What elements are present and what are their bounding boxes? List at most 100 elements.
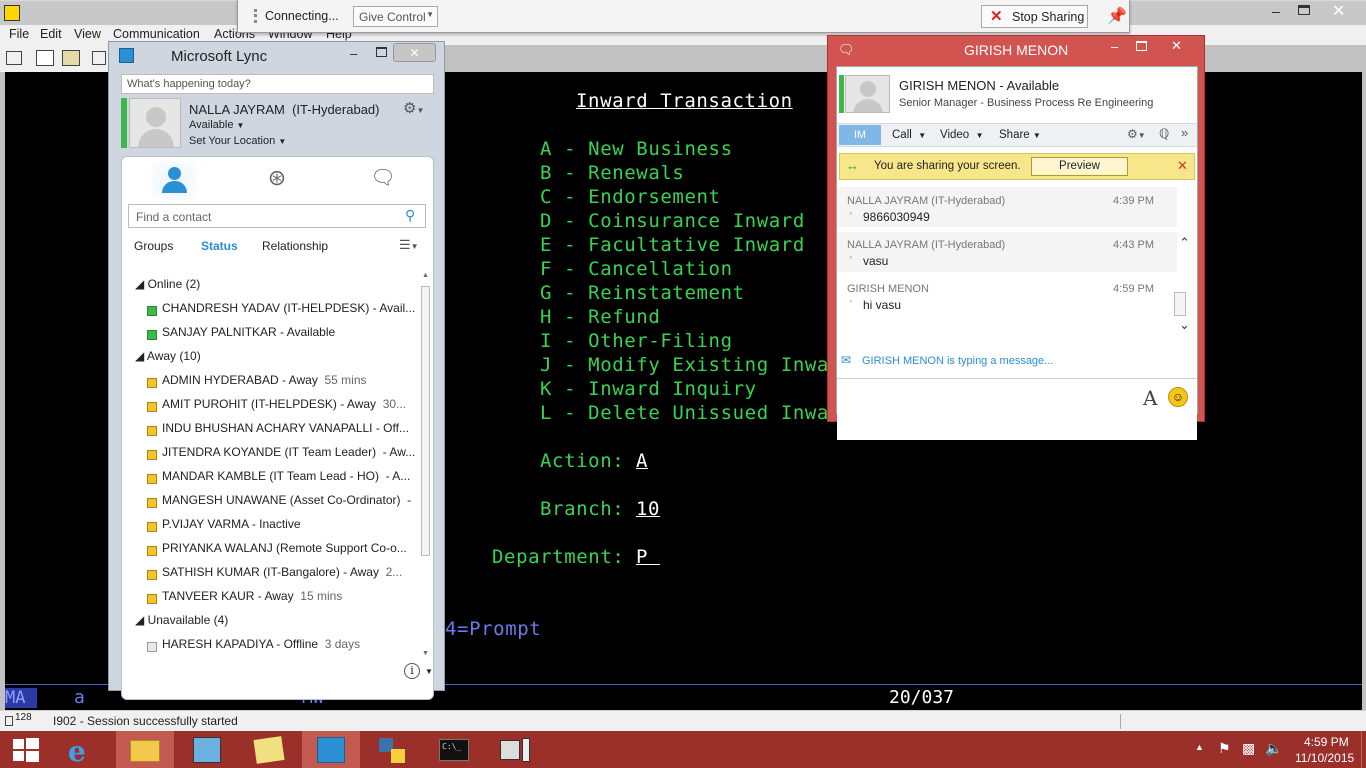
contact-item[interactable]: HARESH KAPADIYA - Offline 3 days [162,637,360,651]
contact-away-time: 55 mins [324,373,367,387]
share-chevron-icon: ▼ [1032,131,1041,140]
conv-close-button[interactable]: ✕ [1171,38,1182,54]
lync-close-button[interactable]: ✕ [393,43,436,62]
give-control-dropdown[interactable]: Give Control ▼ [353,6,438,27]
conversation-body: GIRISH MENON - Available Senior Manager … [836,66,1198,440]
contact-item[interactable]: SATHISH KUMAR (IT-Bangalore) - Away 2... [162,565,402,579]
menu-file[interactable]: File [9,27,29,41]
contact-item[interactable]: CHANDRESH YADAV (IT-HELPDESK) - Avail... [162,301,415,315]
search-icon[interactable]: ⚲ [405,207,415,224]
flag-icon[interactable]: ⚑ [1218,740,1231,757]
im-tab[interactable]: IM [839,125,881,145]
contact-item[interactable]: INDU BHUSHAN ACHARY VANAPALLI - Off... [162,421,409,435]
pin-icon[interactable]: 📌 [1107,6,1127,26]
tab-status[interactable]: Status [201,239,238,253]
menu-view[interactable]: View [74,27,101,41]
info-icon[interactable]: i [404,663,420,679]
sticky-notes-icon[interactable] [240,731,298,768]
video-button[interactable]: Video ▼ [940,129,984,141]
contact-item[interactable]: ADMIN HYDERABAD - Away 55 mins [162,373,367,387]
share-button[interactable]: Share ▼ [999,129,1041,141]
minimize-button[interactable]: – [1272,3,1288,21]
internet-explorer-icon[interactable]: e [54,731,112,768]
file-explorer-icon[interactable] [116,731,174,768]
python-icon[interactable] [364,731,422,768]
clock-time[interactable]: 4:59 PM [1304,735,1349,749]
find-contact-input[interactable]: Find a contact [128,204,426,228]
contact-item[interactable]: TANVEER KAUR - Away 15 mins [162,589,342,603]
emulator-taskbar-icon[interactable] [488,731,546,768]
paste-icon[interactable] [62,50,80,66]
option-j: J - Modify Existing Inwa [540,354,829,376]
contact-item[interactable]: MANGESH UNAWANE (Asset Co-Ordinator) - [162,493,411,507]
contact-item[interactable]: SANJAY PALNITKAR - Available [162,325,335,339]
branch-field[interactable]: 10 [636,498,660,520]
lync-logo-icon [119,48,134,63]
close-button[interactable]: ✕ [1332,1,1345,21]
screen-title: Inward Transaction [576,90,793,112]
tab-relationship[interactable]: Relationship [262,239,328,253]
network-icon[interactable]: ▩ [1242,740,1255,757]
show-desktop-button[interactable] [1361,731,1366,768]
clock-date[interactable]: 11/10/2015 [1295,751,1354,765]
group-online[interactable]: ◢ Online (2) [135,277,200,291]
message-time: 4:43 PM [1113,239,1154,251]
paint-icon[interactable] [178,731,236,768]
location-dropdown[interactable]: Set Your Location ▼ [189,135,286,147]
stop-sharing-button[interactable]: ✕ Stop Sharing [981,5,1088,28]
action-field[interactable]: A [636,450,648,472]
contact-item[interactable]: P.VIJAY VARMA - Inactive [162,517,301,531]
sharing-notice-bar: ↔ You are sharing your screen. Preview ✕ [839,153,1195,180]
lync-minimize-button[interactable]: – [350,46,357,61]
history-scroll-up[interactable]: ⌃ [1179,235,1190,251]
group-away[interactable]: ◢ Away (10) [135,349,201,363]
conversations-icon[interactable]: 🗨 [368,165,398,195]
command-prompt-icon[interactable]: C:\_ [426,731,484,768]
lync-maximize-button[interactable] [376,47,387,57]
location-chevron-icon: ▼ [278,137,287,146]
toolbar-icon-4[interactable] [92,51,106,65]
conv-minimize-button[interactable]: – [1111,39,1118,54]
list-view-icon[interactable]: ☰▼ [399,237,419,253]
more-options-icon[interactable]: » [1181,125,1188,140]
maximize-button[interactable] [1298,5,1310,15]
preview-button[interactable]: Preview [1031,157,1128,176]
group-unavailable[interactable]: ◢ Unavailable (4) [135,613,228,627]
contact-item[interactable]: PRIYANKA WALANJ (Remote Support Co-o... [162,541,407,555]
persistent-chat-icon[interactable]: ⊛ [262,165,292,195]
gear-icon[interactable]: ⚙▼ [403,99,424,117]
font-icon[interactable]: A [1143,386,1157,410]
grip-icon[interactable] [254,9,257,23]
toolbar-icon-1[interactable] [6,51,22,65]
tab-groups[interactable]: Groups [134,239,173,253]
menu-communication[interactable]: Communication [113,27,200,41]
contact-item[interactable]: MANDAR KAMBLE (IT Team Lead - HO) - A... [162,469,410,483]
bullet-icon: ◦ [849,252,853,262]
emoticon-icon[interactable]: ☺ [1168,387,1188,407]
contact-item[interactable]: JITENDRA KOYANDE (IT Team Leader) - Aw..… [162,445,415,459]
volume-icon[interactable]: 🔈 [1265,740,1282,757]
history-scroll-down[interactable]: ⌄ [1179,317,1190,333]
message-sender: GIRISH MENON [847,283,929,295]
lync-taskbar-icon[interactable] [302,731,360,768]
start-button[interactable] [0,731,50,768]
avatar[interactable] [129,98,181,148]
show-hidden-icons[interactable]: ▲ [1195,742,1204,752]
conv-maximize-button[interactable] [1136,41,1147,51]
contact-list-scrollbar[interactable]: ▲ ▼ [420,272,431,657]
presence-icon [147,330,157,340]
attachment-icon[interactable]: ℚ [1159,126,1169,142]
contact-item[interactable]: AMIT PUROHIT (IT-HELPDESK) - Away 30... [162,397,406,411]
call-button[interactable]: Call ▼ [892,129,926,141]
contact-avatar[interactable] [845,75,890,113]
department-field[interactable]: P [636,546,660,568]
menu-edit[interactable]: Edit [40,27,62,41]
dismiss-notice-icon[interactable]: ✕ [1177,158,1188,174]
history-scrollbar-thumb[interactable] [1174,292,1186,316]
participants-icon[interactable]: ⚙▼ [1127,127,1146,141]
info-chevron-icon[interactable]: ▼ [425,667,433,676]
availability-dropdown[interactable]: Available ▼ [189,119,244,131]
copy-icon[interactable] [36,50,54,66]
contacts-tab-icon[interactable] [151,161,197,201]
whats-happening-input[interactable]: What's happening today? [121,74,434,94]
